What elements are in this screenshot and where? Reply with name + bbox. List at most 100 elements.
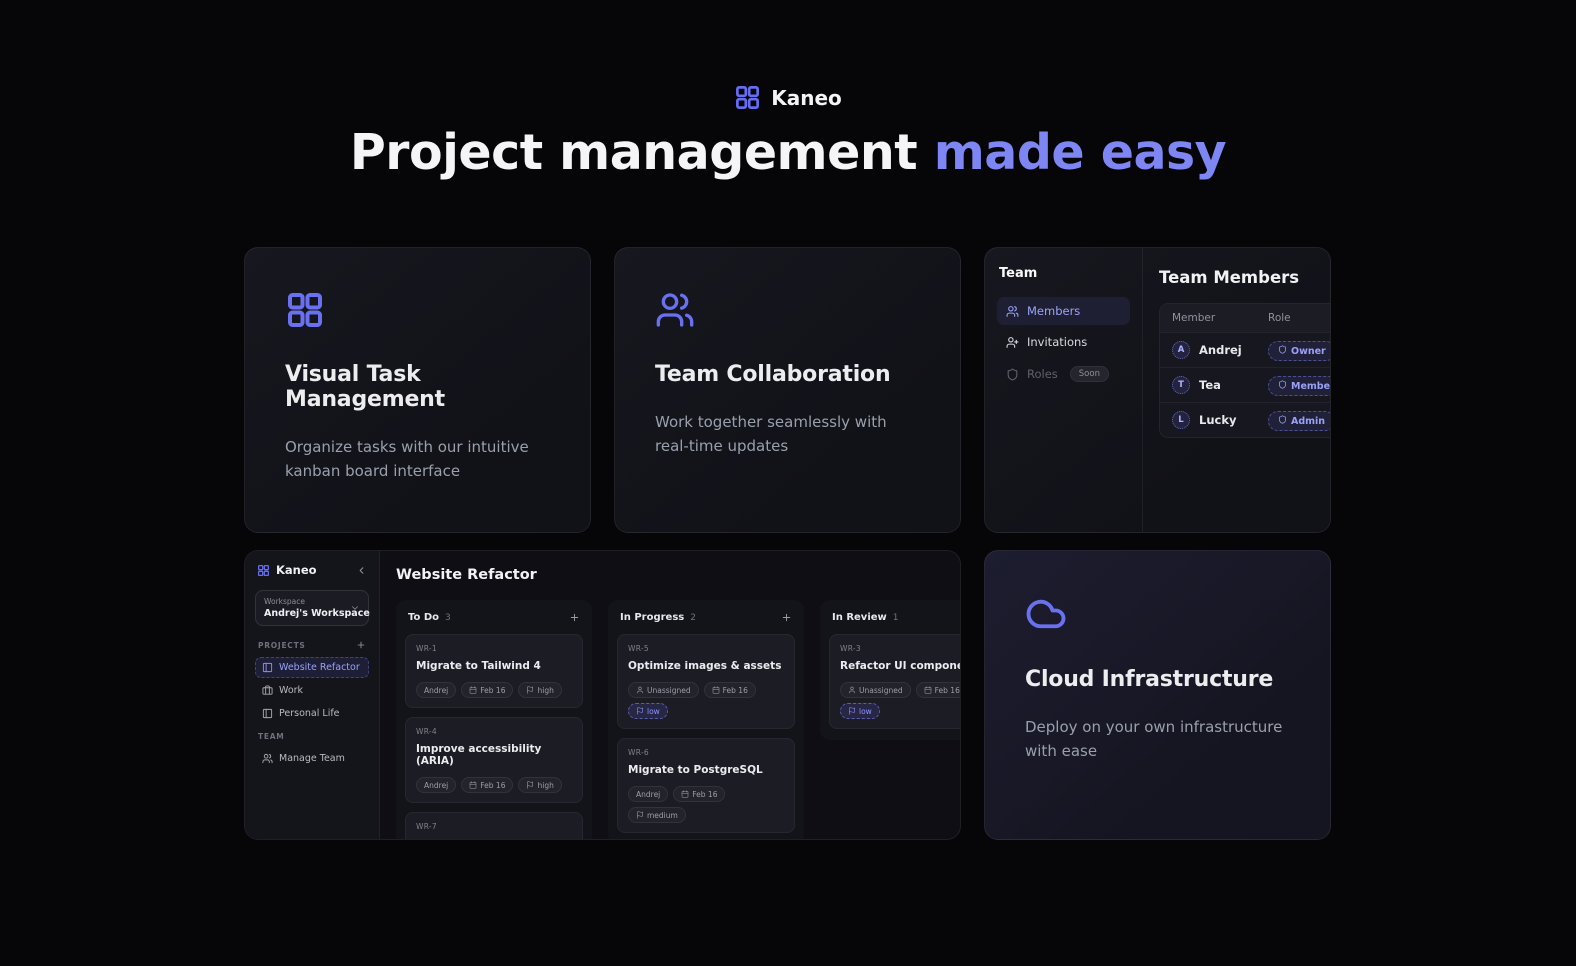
task-id: WR-6 (628, 748, 784, 757)
task-id: WR-7 (416, 822, 572, 831)
hero-section: Kaneo Project management made easy (0, 0, 1576, 181)
nav-item-label: Invitations (1027, 335, 1087, 349)
column-header-member: Member (1172, 312, 1268, 324)
assignee-badge: Andrej (416, 682, 456, 698)
team-nav-item-members[interactable]: Members (997, 297, 1130, 325)
date-badge: Feb 16 (673, 786, 725, 802)
grid-icon (285, 290, 550, 334)
flag-icon (526, 686, 534, 694)
task-card[interactable]: WR-7 Implement authentication flow Unass… (405, 812, 583, 840)
nav-item-label: Roles (1027, 367, 1058, 381)
team-nav-item-invitations[interactable]: Invitations (997, 328, 1130, 356)
feature-title: Cloud Infrastructure (1025, 667, 1290, 692)
shield-icon (1278, 345, 1287, 357)
table-row: A Andrej Owner (1160, 332, 1330, 367)
task-title: Refactor UI components (840, 660, 961, 672)
panel-layout-icon (262, 662, 273, 673)
feature-title: Visual Task Management (285, 362, 550, 412)
sidebar-item-personal-life[interactable]: Personal Life (255, 703, 369, 724)
workspace-label: Workspace (264, 597, 350, 606)
column-in-progress: In Progress 2 WR-5 Optimize images & ass… (608, 600, 804, 840)
cloud-icon (1025, 593, 1290, 639)
soon-badge: Soon (1070, 366, 1109, 382)
priority-badge: high (518, 777, 561, 793)
panel-layout-icon (262, 708, 273, 719)
sidebar-item-manage-team[interactable]: Manage Team (255, 748, 369, 769)
feature-card-cloud-infrastructure: Cloud Infrastructure Deploy on your own … (984, 550, 1331, 840)
workspace-name: Andrej's Workspace (264, 608, 350, 619)
kaneo-logo-icon (734, 84, 761, 111)
priority-badge: low (628, 703, 668, 719)
calendar-icon (469, 781, 477, 789)
sidebar-item-work[interactable]: Work (255, 680, 369, 701)
feature-description: Deploy on your own infrastructure with e… (1025, 716, 1290, 763)
column-header-role: Role (1268, 312, 1318, 324)
team-members-table: Member Role A Andrej Owner T Tea Member (1159, 303, 1330, 438)
assignee-badge: Unassigned (840, 682, 911, 698)
date-badge: Feb 16 (461, 682, 513, 698)
flag-icon (848, 707, 856, 715)
kanban-board-mockup: Kaneo Workspace Andrej's Workspace PROJE… (244, 550, 961, 840)
add-task-button[interactable] (569, 612, 580, 623)
sidebar-brand-name: Kaneo (276, 563, 317, 577)
task-title: Implement authentication flow (416, 838, 572, 840)
project-label: Work (279, 685, 303, 696)
users-icon (655, 290, 920, 334)
avatar: T (1172, 376, 1190, 394)
feature-grid: Visual Task Management Organize tasks wi… (244, 247, 1332, 840)
calendar-icon (712, 686, 720, 694)
task-card[interactable]: WR-4 Improve accessibility (ARIA) Andrej… (405, 717, 583, 803)
table-row: T Tea Member (1160, 367, 1330, 402)
team-section-header: TEAM (255, 732, 369, 741)
collapse-sidebar-button[interactable] (356, 565, 367, 576)
shield-icon (1278, 380, 1287, 392)
task-id: WR-5 (628, 644, 784, 653)
column-count: 3 (445, 613, 451, 623)
workspace-selector[interactable]: Workspace Andrej's Workspace (255, 590, 369, 626)
project-label: Website Refactor (279, 662, 360, 673)
chevron-down-icon (350, 603, 360, 613)
assignee-badge: Andrej (416, 777, 456, 793)
feature-description: Organize tasks with our intuitive kanban… (285, 436, 550, 483)
task-title: Migrate to PostgreSQL (628, 764, 784, 776)
date-badge: Feb 16 (704, 682, 756, 698)
page-title: Project management made easy (0, 125, 1576, 181)
team-panel-mockup: Team Members Invitations Roles Soon Team… (984, 247, 1331, 533)
member-name: Andrej (1199, 343, 1242, 357)
role-badge: Member (1268, 376, 1330, 396)
feature-card-visual-task-management: Visual Task Management Organize tasks wi… (244, 247, 591, 533)
title-accent: made easy (934, 124, 1226, 181)
table-row: L Lucky Admin (1160, 402, 1330, 437)
task-title: Optimize images & assets (628, 660, 784, 672)
priority-badge: low (840, 703, 880, 719)
priority-badge: high (518, 682, 561, 698)
assignee-badge: Unassigned (628, 682, 699, 698)
task-card[interactable]: WR-3 Refactor UI components Unassigned F… (829, 634, 961, 729)
team-members-title: Team Members (1159, 268, 1330, 287)
column-name: In Review (832, 612, 887, 623)
sidebar-item-website-refactor[interactable]: Website Refactor (255, 657, 369, 678)
task-id: WR-3 (840, 644, 961, 653)
flag-icon (526, 781, 534, 789)
avatar: A (1172, 341, 1190, 359)
role-badge: Owner (1268, 341, 1330, 361)
member-name: Tea (1199, 378, 1221, 392)
member-name: Lucky (1199, 413, 1236, 427)
shield-icon (1278, 415, 1287, 427)
nav-item-label: Members (1027, 304, 1080, 318)
add-project-button[interactable] (356, 640, 366, 650)
task-card[interactable]: WR-6 Migrate to PostgreSQL Andrej Feb 16… (617, 738, 795, 833)
feature-card-team-collaboration: Team Collaboration Work together seamles… (614, 247, 961, 533)
add-task-button[interactable] (781, 612, 792, 623)
team-nav-title: Team (999, 266, 1128, 281)
task-card[interactable]: WR-5 Optimize images & assets Unassigned… (617, 634, 795, 729)
team-nav-item-roles: Roles Soon (997, 359, 1130, 389)
column-in-review: In Review 1 WR-3 Refactor UI components … (820, 600, 961, 740)
task-id: WR-4 (416, 727, 572, 736)
brand-lockup: Kaneo (734, 84, 842, 111)
board-title: Website Refactor (396, 567, 960, 583)
briefcase-icon (262, 685, 273, 696)
user-plus-icon (1006, 336, 1019, 349)
column-to-do: To Do 3 WR-1 Migrate to Tailwind 4 Andre… (396, 600, 592, 840)
task-card[interactable]: WR-1 Migrate to Tailwind 4 Andrej Feb 16… (405, 634, 583, 708)
